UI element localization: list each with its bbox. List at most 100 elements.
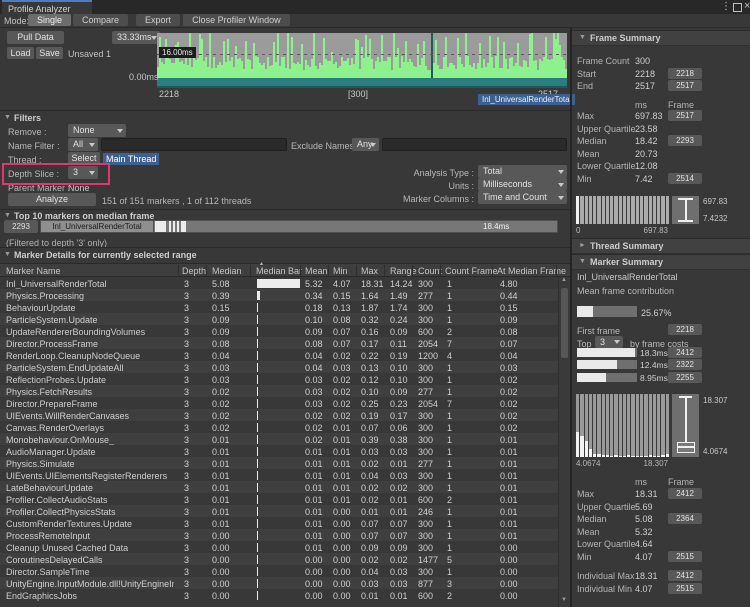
name-filter-input[interactable] (101, 138, 287, 151)
frame-link-button[interactable]: 2218 (668, 68, 702, 79)
table-row[interactable]: Physics.FetchResults30.020.030.020.100.0… (0, 385, 558, 397)
exclude-names-input[interactable] (382, 138, 567, 151)
table-row[interactable]: RenderLoop.CleanupNodeQueue30.040.040.02… (0, 349, 558, 361)
cell-max: 0.39 (361, 435, 379, 445)
table-row[interactable]: Profiler.CollectAudioStats30.010.010.010… (0, 493, 558, 505)
mode-button-compare[interactable]: Compare (73, 14, 128, 26)
table-row[interactable]: UIEvents.UIElementsRegisterRenderers30.0… (0, 469, 558, 481)
top10-segment[interactable] (173, 221, 175, 232)
column-header-median[interactable]: Median (212, 266, 242, 276)
name-filter-mode-dropdown[interactable]: All (68, 138, 98, 151)
table-foldout-icon[interactable]: ▼ (4, 251, 11, 258)
frame-link-button[interactable]: 2517 (668, 80, 702, 91)
column-header-count-frame[interactable]: Count Frame (445, 266, 498, 276)
table-row[interactable]: LateBehaviourUpdate30.010.010.010.020.02… (0, 481, 558, 493)
top10-foldout-icon[interactable]: ▼ (4, 212, 11, 219)
frame-link-button[interactable]: 2255 (668, 372, 702, 383)
marker-columns-dropdown[interactable]: Time and Count (478, 191, 567, 204)
table-row[interactable]: CustomRenderTextures.Update30.010.010.00… (0, 517, 558, 529)
top10-frame-button[interactable]: 2293 (4, 220, 38, 233)
table-row[interactable]: UnityEngine.InputModule.dll!UnityEngineI… (0, 577, 558, 589)
table-row[interactable]: Canvas.RenderOverlays30.020.020.010.070.… (0, 421, 558, 433)
column-header-mean[interactable]: Mean (305, 266, 328, 276)
table-row[interactable]: Cleanup Unused Cached Data30.000.010.000… (0, 541, 558, 553)
top10-segment[interactable] (177, 221, 179, 232)
table-scrollbar[interactable]: ▲ ▼ (558, 277, 570, 607)
menu-icon[interactable]: ⋮ (721, 1, 731, 12)
frame-link-button[interactable]: 2364 (668, 513, 702, 524)
table-row[interactable]: CoroutinesDelayedCalls30.000.000.000.020… (0, 553, 558, 565)
table-row[interactable]: ParticleSystem.EndUpdateAll30.030.040.03… (0, 361, 558, 373)
table-row[interactable]: Profiler.CollectPhysicsStats30.010.010.0… (0, 505, 558, 517)
analyze-button[interactable]: Analyze (8, 193, 96, 206)
mode-button-export[interactable]: Export (136, 14, 180, 26)
top10-segment[interactable] (181, 221, 186, 232)
table-row[interactable]: Monobehaviour.OnMouse_30.010.020.010.390… (0, 433, 558, 445)
column-header-count[interactable]: Count (418, 266, 442, 276)
column-header-depth[interactable]: Depth (182, 266, 206, 276)
frame-summary-header[interactable]: ▼ Frame Summary (572, 30, 750, 46)
column-header-max[interactable]: Max (361, 266, 378, 276)
table-row[interactable]: AudioManager.Update30.010.010.010.030.03… (0, 445, 558, 457)
pull-data-button[interactable]: Pull Data (7, 31, 64, 44)
table-row[interactable]: Director.ProcessFrame30.080.080.070.170.… (0, 337, 558, 349)
table-row[interactable]: UpdateRendererBoundingVolumes30.090.090.… (0, 325, 558, 337)
table-row[interactable]: Physics.Simulate30.010.010.010.020.01277… (0, 457, 558, 469)
frame-link-button[interactable]: 2412 (668, 488, 702, 499)
mode-button-close-profiler-window[interactable]: Close Profiler Window (183, 14, 290, 26)
cell-max: 1.87 (361, 303, 379, 313)
frame-link-button[interactable]: 2514 (668, 173, 702, 184)
top10-first-segment[interactable]: Inl_UniversalRenderTotal (41, 221, 154, 232)
column-header-min[interactable]: Min (333, 266, 348, 276)
ms-first-frame-button[interactable]: 2218 (668, 324, 702, 335)
table-row[interactable]: ReflectionProbes.Update30.030.030.020.12… (0, 373, 558, 385)
table-row[interactable]: ParticleSystem.Update30.090.100.080.320.… (0, 313, 558, 325)
filters-foldout-icon[interactable]: ▼ (4, 114, 11, 121)
remove-dropdown[interactable]: None (68, 124, 126, 137)
marker-summary-boxplot[interactable] (672, 394, 699, 457)
top10-segment[interactable] (155, 221, 166, 232)
cell-count: 300 (418, 471, 433, 481)
scroll-up-icon[interactable]: ▲ (561, 277, 567, 283)
thread-value[interactable]: Main Thread (103, 153, 159, 165)
table-row[interactable]: UIEvents.WillRenderCanvases30.020.020.02… (0, 409, 558, 421)
frame-link-button[interactable]: 2517 (668, 110, 702, 121)
frame-time-dropdown[interactable]: 33.33ms (112, 31, 160, 44)
table-row[interactable]: Inl_UniversalRenderTotal35.085.324.0718.… (0, 277, 558, 289)
table-row[interactable]: Director.PrepareFrame30.020.030.020.250.… (0, 397, 558, 409)
frame-timing-chart[interactable] (157, 33, 567, 88)
top10-marker-bar[interactable]: Inl_UniversalRenderTotal 18.4ms (40, 220, 558, 233)
column-header-median-bar[interactable]: Median Bar (256, 266, 302, 276)
frame-summary-boxplot[interactable] (672, 196, 699, 224)
table-row[interactable]: EndGraphicsJobs30.000.000.000.010.016002… (0, 589, 558, 601)
frame-link-button[interactable]: 2515 (668, 551, 702, 562)
table-row[interactable]: ProcessRemoteInput30.000.010.000.070.073… (0, 529, 558, 541)
tab-profile-analyzer[interactable]: Profile Analyzer (2, 0, 92, 14)
column-header-marker-name[interactable]: Marker Name (6, 266, 61, 276)
units-dropdown[interactable]: Milliseconds (478, 178, 567, 191)
maximize-icon[interactable] (733, 3, 742, 12)
exclude-mode-dropdown[interactable]: Any (352, 138, 379, 151)
scrollbar-thumb[interactable] (561, 288, 568, 358)
frame-summary-histogram[interactable] (576, 196, 669, 224)
thread-summary-header[interactable]: ► Thread Summary (572, 238, 750, 254)
top10-segment[interactable] (169, 221, 171, 232)
table-row[interactable]: Director.SampleTime30.000.000.000.040.03… (0, 565, 558, 577)
frame-link-button[interactable]: 2322 (668, 359, 702, 370)
load-button[interactable]: Load (7, 47, 34, 59)
scroll-down-icon[interactable]: ▼ (561, 597, 567, 603)
frame-link-button[interactable]: 2293 (668, 135, 702, 146)
analysis-type-dropdown[interactable]: Total (478, 165, 567, 178)
frame-link-button[interactable]: 2412 (668, 570, 702, 581)
close-icon[interactable]: × (744, 0, 750, 12)
frame-link-button[interactable]: 2515 (668, 583, 702, 594)
marker-summary-header[interactable]: ▼ Marker Summary (572, 254, 750, 270)
marker-summary-histogram[interactable] (576, 394, 669, 457)
mode-button-single[interactable]: Single (28, 14, 71, 26)
frame-link-button[interactable]: 2412 (668, 347, 702, 358)
table-row[interactable]: Physics.Processing30.390.340.151.641.492… (0, 289, 558, 301)
ms-col-frame: Frame (668, 477, 694, 487)
table-row[interactable]: BehaviourUpdate30.150.180.131.871.743001… (0, 301, 558, 313)
save-button[interactable]: Save (36, 47, 63, 59)
stat-value: 4.64 (635, 539, 653, 549)
